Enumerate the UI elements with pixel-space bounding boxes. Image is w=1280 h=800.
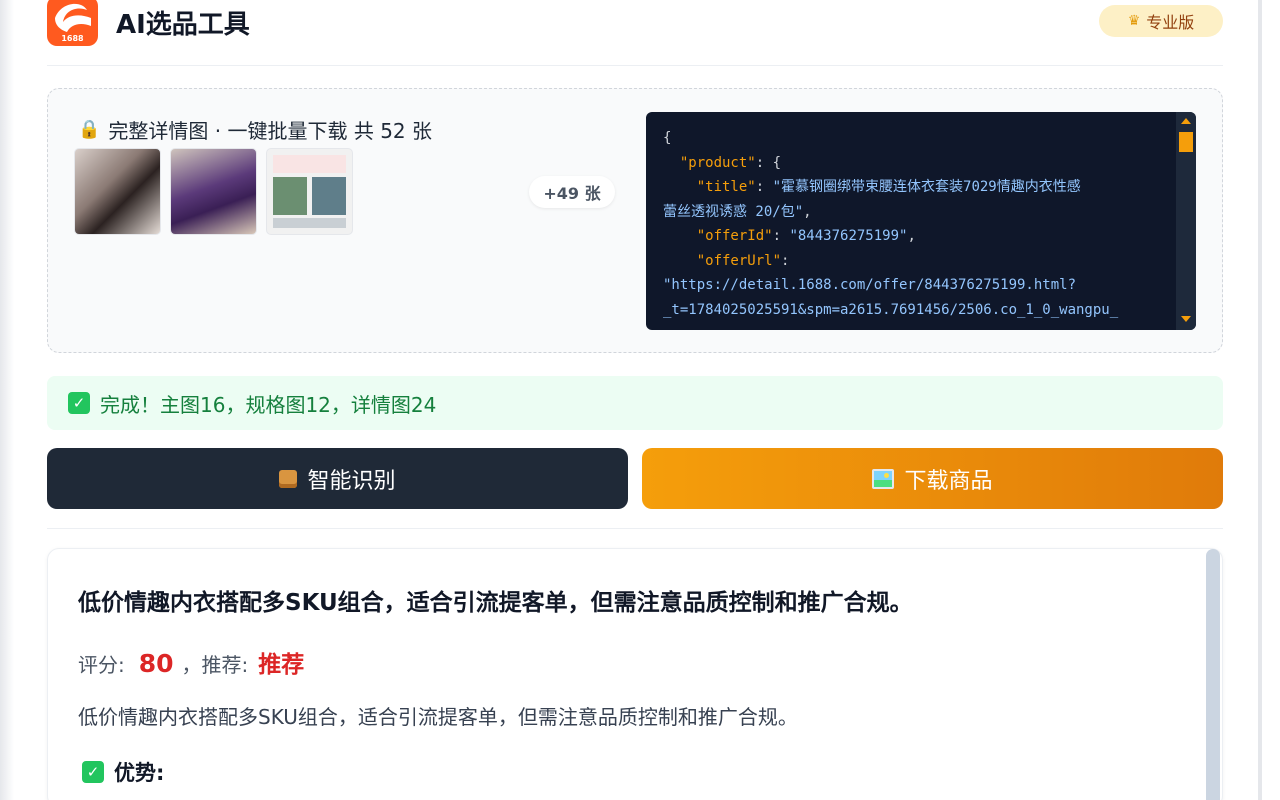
- pro-badge[interactable]: ♛ 专业版: [1099, 5, 1223, 37]
- json-line: "offerId": "844376275199",: [663, 224, 1163, 249]
- analysis-summary: 低价情趣内衣搭配多SKU组合，适合引流提客单，但需注意品质控制和推广合规。: [78, 705, 798, 729]
- pros-label: 优势:: [114, 761, 165, 785]
- score-value: 80: [138, 649, 174, 678]
- json-token: _t=1784025025591&spm=a2615.7691456/2506.…: [663, 301, 1119, 318]
- download-product-label: 下载商品: [904, 468, 993, 494]
- json-preview-scrollbar[interactable]: [1176, 112, 1196, 330]
- json-line: "https://detail.1688.com/offer/844376275…: [663, 273, 1163, 298]
- json-line: "offerUrl":: [663, 249, 1163, 274]
- picture-icon: [872, 468, 895, 489]
- smart-identify-button[interactable]: 智能识别: [47, 448, 628, 509]
- thumbnail-1[interactable]: [74, 148, 161, 235]
- thumbnail-3-footer: [273, 218, 346, 228]
- thumbnail-strip: [74, 148, 353, 235]
- json-token: ,: [907, 228, 916, 244]
- preview-heading-text: 完整详情图 · 一键批量下载 共 52 张: [108, 119, 433, 143]
- page-right-border: [1258, 0, 1262, 800]
- check-icon: ✓: [82, 761, 104, 783]
- json-preview-content: { "product": { "title": "霍慕钢圈绑带束腰连体衣套装70…: [663, 126, 1163, 322]
- app-title: AI选品工具: [116, 10, 250, 40]
- json-token: "霍慕钢圈绑带束腰连体衣套装7029情趣内衣性感: [772, 179, 1081, 195]
- score-line: 评分: 80 ，推荐: 推荐: [78, 645, 304, 679]
- json-token: "title": [696, 179, 756, 195]
- app-logo: 1688: [47, 0, 98, 46]
- package-icon: [279, 469, 298, 488]
- json-token: "offerId": [696, 228, 773, 244]
- page-left-shadow: [0, 0, 14, 800]
- status-message: ✓ 完成！主图16，规格图12，详情图24: [47, 376, 1223, 430]
- json-token: 蕾丝透视诱惑 20/包": [663, 203, 804, 220]
- recommend-value: 推荐: [258, 652, 305, 678]
- thumbnail-3-photo-a: [273, 177, 307, 215]
- more-images-badge[interactable]: +49 张: [529, 176, 615, 208]
- preview-heading: 🔒 完整详情图 · 一键批量下载 共 52 张: [78, 115, 432, 144]
- json-token: "844376275199": [789, 228, 908, 244]
- scroll-thumb[interactable]: [1179, 132, 1193, 152]
- json-token: "https://detail.1688.com/offer/844376275…: [663, 277, 1077, 293]
- json-token: {: [663, 130, 672, 146]
- json-token: ,: [803, 203, 812, 220]
- thumbnail-3-photo-b: [312, 177, 346, 215]
- json-line: _t=1784025025591&spm=a2615.7691456/2506.…: [663, 298, 1163, 323]
- header: 1688 AI选品工具 ♛ 专业版: [47, 0, 1223, 66]
- crown-icon: ♛: [1127, 13, 1141, 29]
- thumbnail-2[interactable]: [170, 148, 257, 235]
- scroll-up-arrow-icon[interactable]: [1181, 118, 1191, 124]
- json-token: : {: [755, 154, 782, 171]
- json-line: {: [663, 126, 1163, 151]
- analysis-title: 低价情趣内衣搭配多SKU组合，适合引流提客单，但需注意品质控制和推广合规。: [78, 590, 913, 616]
- json-line: "product": {: [663, 151, 1163, 176]
- recommend-label: ，推荐:: [181, 653, 249, 677]
- thumbnail-3[interactable]: [266, 148, 353, 235]
- score-label: 评分:: [78, 653, 125, 677]
- analysis-scrollbar[interactable]: [1206, 549, 1220, 800]
- json-token: "offerUrl": [696, 252, 782, 269]
- image-preview-panel: 🔒 完整详情图 · 一键批量下载 共 52 张 +49 张 { "product…: [47, 88, 1223, 353]
- smart-identify-label: 智能识别: [307, 468, 396, 494]
- json-token: :: [781, 252, 790, 269]
- pro-badge-label: 专业版: [1146, 13, 1195, 32]
- json-line: 蕾丝透视诱惑 20/包",: [663, 200, 1163, 225]
- logo-text: 1688: [61, 34, 84, 43]
- check-icon: ✓: [68, 392, 90, 414]
- json-line: "title": "霍慕钢圈绑带束腰连体衣套装7029情趣内衣性感: [663, 175, 1163, 200]
- json-preview[interactable]: { "product": { "title": "霍慕钢圈绑带束腰连体衣套装70…: [646, 112, 1196, 330]
- section-divider: [47, 528, 1223, 529]
- scroll-down-arrow-icon[interactable]: [1181, 316, 1191, 322]
- json-token: :: [772, 228, 790, 244]
- status-text: 完成！主图16，规格图12，详情图24: [100, 392, 437, 417]
- analysis-card: 低价情趣内衣搭配多SKU组合，适合引流提客单，但需注意品质控制和推广合规。 评分…: [47, 548, 1223, 800]
- json-token: :: [755, 179, 773, 195]
- download-product-button[interactable]: 下载商品: [642, 448, 1223, 509]
- pros-heading: ✓ 优势:: [82, 757, 164, 787]
- lock-icon: 🔒: [78, 119, 101, 140]
- json-token: "product": [679, 154, 756, 171]
- thumbnail-3-banner: [273, 155, 346, 173]
